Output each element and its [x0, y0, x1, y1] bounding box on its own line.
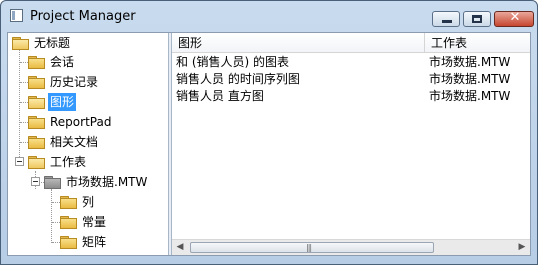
folder-icon	[60, 216, 77, 229]
close-icon: ✕	[509, 10, 521, 25]
folder-icon	[60, 236, 77, 249]
tree-item-label: 会话	[50, 55, 75, 69]
tree-item-label: 工作表	[50, 155, 87, 169]
tree-connector	[20, 142, 28, 143]
table-row[interactable]: 销售人员 的时间序列图 市场数据.MTW	[172, 71, 530, 88]
table-row[interactable]: 和 (销售人员) 的图表 市场数据.MTW	[172, 54, 530, 71]
app-icon	[10, 9, 23, 22]
tree-connector	[51, 189, 52, 243]
graph-name-cell: 销售人员 的时间序列图	[176, 72, 300, 86]
project-tree[interactable]: 无标题 会话 历史记录 图形 ReportPad 相关文档 工作表 市场数据.M…	[8, 33, 168, 255]
tree-connector	[20, 82, 28, 83]
graph-name-cell: 销售人员 直方图	[176, 89, 264, 103]
folder-icon	[28, 76, 45, 89]
tree-item-label: 常量	[82, 215, 107, 229]
folder-open-icon	[28, 156, 45, 169]
collapse-icon[interactable]	[15, 157, 24, 166]
folder-icon	[60, 196, 77, 209]
tree-item-label: 矩阵	[82, 235, 107, 249]
tree-item-label: 无标题	[34, 36, 71, 50]
folder-icon	[28, 56, 45, 69]
column-header-graph[interactable]: 图形	[172, 33, 424, 53]
tree-connector	[20, 62, 28, 63]
tree-item-label: 列	[82, 195, 95, 209]
worksheet-cell: 市场数据.MTW	[429, 55, 511, 69]
worksheet-cell: 市场数据.MTW	[429, 72, 511, 86]
scroll-right-icon[interactable]: ▶	[514, 240, 530, 255]
horizontal-scrollbar[interactable]: ◀ ||| ▶	[172, 239, 530, 255]
maximize-button[interactable]	[463, 11, 491, 27]
table-row[interactable]: 销售人员 直方图 市场数据.MTW	[172, 88, 530, 105]
tree-connector	[20, 102, 28, 103]
tree-item-label: ReportPad	[50, 115, 112, 129]
folder-open-icon	[12, 37, 29, 50]
tree-item-label: 图形	[48, 93, 77, 111]
project-manager-window: Project Manager ✕ 无标题 会话 历史记录 图形 ReportP…	[0, 0, 538, 265]
tree-connector	[52, 242, 60, 243]
maximize-icon	[472, 15, 482, 23]
title-bar[interactable]: Project Manager ✕	[1, 1, 537, 31]
collapse-icon[interactable]	[31, 177, 40, 186]
tree-connector	[52, 222, 60, 223]
grip-icon: |||	[306, 243, 312, 252]
tree-item-label: 市场数据.MTW	[66, 175, 148, 189]
folder-icon	[28, 136, 45, 149]
tree-connector	[19, 49, 20, 161]
graph-list-view[interactable]: 图形 工作表 和 (销售人员) 的图表 市场数据.MTW 销售人员 的时间序列图…	[172, 33, 530, 255]
window-client-area: 无标题 会话 历史记录 图形 ReportPad 相关文档 工作表 市场数据.M…	[7, 32, 531, 256]
window-title: Project Manager	[30, 9, 136, 24]
folder-icon	[28, 116, 45, 129]
column-header-worksheet[interactable]: 工作表	[425, 33, 530, 53]
folder-open-icon	[28, 96, 45, 109]
tree-connector	[20, 122, 28, 123]
scroll-left-icon[interactable]: ◀	[172, 240, 188, 255]
minimize-icon	[442, 20, 452, 23]
tree-item-label: 历史记录	[50, 75, 99, 89]
close-button[interactable]: ✕	[494, 10, 534, 27]
worksheet-icon	[44, 176, 61, 189]
tree-connector	[52, 202, 60, 203]
scrollbar-thumb[interactable]: |||	[190, 242, 434, 253]
tree-item-label: 相关文档	[50, 135, 99, 149]
minimize-button[interactable]	[432, 11, 460, 27]
worksheet-cell: 市场数据.MTW	[429, 89, 511, 103]
graph-name-cell: 和 (销售人员) 的图表	[176, 55, 289, 69]
